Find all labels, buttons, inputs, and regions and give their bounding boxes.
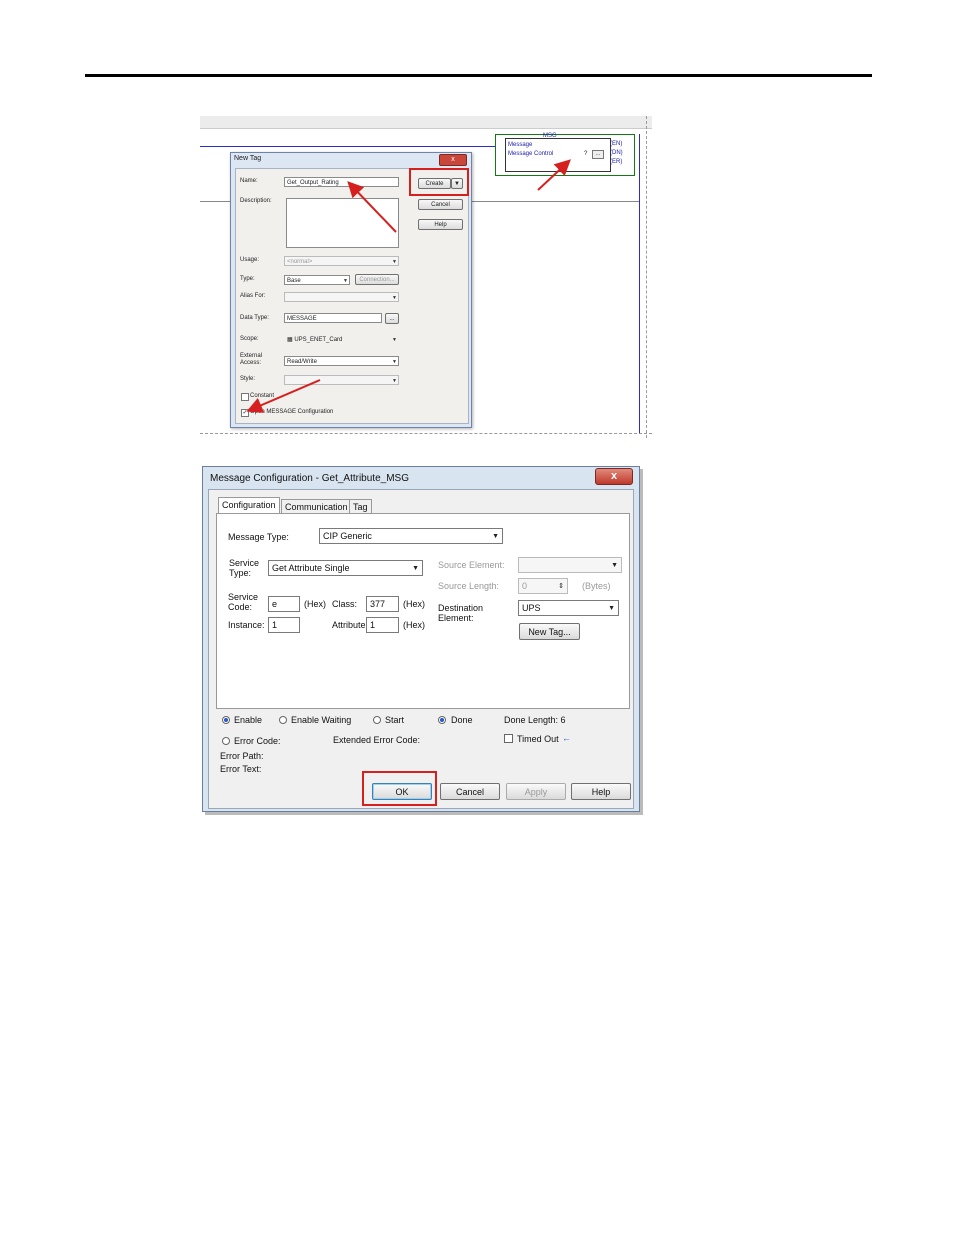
hex-label-2: (Hex) [403,599,425,609]
timed-out-arrow-icon: ← [562,733,571,743]
bytes-label: (Bytes) [582,581,611,591]
timed-out-checkbox [504,734,513,743]
source-length-value: 0 [522,581,528,591]
enable-label: Enable [234,715,263,725]
done-length: Done Length: 6 [504,715,566,725]
extended-error-code-label: Extended Error Code: [333,735,421,745]
error-text-label: Error Text: [220,764,262,774]
chevron-down-icon: ▼ [492,533,499,540]
arrow-to-name [347,181,397,233]
instance-input[interactable]: 1 [268,617,300,633]
timed-out-label: Timed Out [517,734,559,744]
enable-waiting-label: Enable Waiting [291,715,352,725]
apply-button[interactable]: Apply [506,783,566,800]
chevron-down-icon: ▼ [412,565,419,572]
error-path-label: Error Path: [220,751,264,761]
help-button[interactable]: Help [571,783,631,800]
attribute-label: Attribute: [332,620,369,630]
error-code-label: Error Code: [234,736,281,746]
service-type-value: Get Attribute Single [272,563,350,573]
new-tag-screenshot: MSG Message Message Control ? ... (EN) (… [200,116,652,438]
source-element-label: Source Element: [438,560,505,570]
spinner-icon: ⇕ [558,583,564,590]
tab-tag[interactable]: Tag [349,499,372,513]
service-code-label-2: Code: [228,602,253,612]
source-element-select[interactable]: ▼ [518,557,622,573]
new-tag-button[interactable]: New Tag... [519,623,580,640]
source-length-input[interactable]: 0 ⇕ [518,578,568,594]
message-configuration-dialog: Message Configuration - Get_Attribute_MS… [202,466,640,812]
source-length-label: Source Length: [438,581,500,591]
dialog-title: Message Configuration - Get_Attribute_MS… [210,473,409,484]
configuration-panel: Message Type: CIP Generic ▼ Service Type:… [216,513,630,709]
message-type-label: Message Type: [228,532,289,542]
instance-label: Instance: [228,620,265,630]
start-radio [373,716,381,724]
dialog-face: Configuration Communication Tag Message … [208,489,634,809]
cancel-button[interactable]: Cancel [440,783,500,800]
class-label: Class: [332,599,358,609]
done-radio [438,716,446,724]
page-header-rule [85,74,872,77]
service-type-label-2: Type: [229,568,252,578]
arrow-to-checkbox [246,379,321,413]
service-type-select[interactable]: Get Attribute Single ▼ [268,560,423,576]
service-type-label-1: Service [229,558,260,568]
message-type-value: CIP Generic [323,531,372,541]
destination-label-2: Element: [438,613,474,623]
close-icon[interactable]: x [595,468,633,485]
destination-label-1: Destination [438,603,484,613]
error-code-radio [222,737,230,745]
chevron-down-icon: ▼ [611,562,618,569]
callout-arrows [246,159,571,413]
chevron-down-icon: ▼ [608,605,615,612]
tab-configuration[interactable]: Configuration [218,497,280,513]
attribute-input[interactable]: 1 [366,617,399,633]
torn-edge-right [646,116,652,438]
destination-select[interactable]: UPS ▼ [518,600,619,616]
class-input[interactable]: 377 [366,596,399,612]
arrow-to-msg [537,159,571,191]
service-code-input[interactable]: e [268,596,300,612]
hex-label-1: (Hex) [304,599,326,609]
message-type-select[interactable]: CIP Generic ▼ [319,528,503,544]
service-code-label-1: Service [228,592,259,602]
enable-radio [222,716,230,724]
destination-value: UPS [522,603,541,613]
torn-edge-bottom [200,433,652,438]
tab-communication[interactable]: Communication [281,499,352,513]
ok-callout-box [362,771,437,806]
hex-label-3: (Hex) [403,620,425,630]
done-label: Done [451,715,473,725]
start-label: Start [385,715,405,725]
enable-waiting-radio [279,716,287,724]
